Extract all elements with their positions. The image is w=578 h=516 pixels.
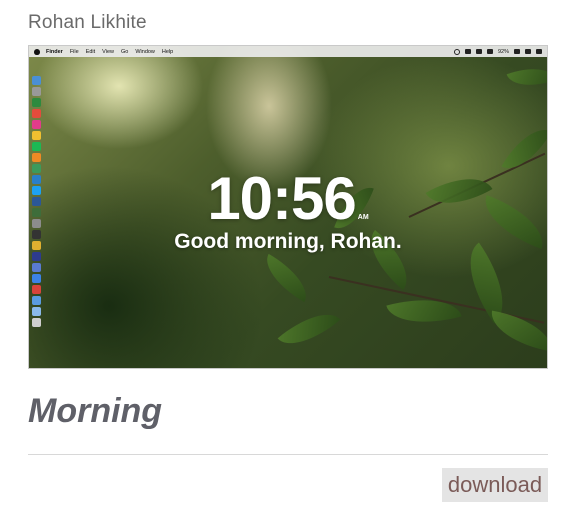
battery-icon: [514, 49, 520, 54]
dock-app-icon: [32, 76, 41, 85]
dock-app-icon: [32, 120, 41, 129]
dropbox-icon: [464, 49, 471, 54]
leaf: [486, 310, 547, 352]
divider: [28, 454, 548, 455]
author-name: Rohan Likhite: [28, 12, 147, 33]
clock-status-icon: [453, 48, 460, 55]
menu-item-file: File: [69, 48, 79, 55]
dock-app-icon: [32, 153, 41, 162]
battery-percent: 92%: [497, 48, 509, 55]
leaf: [277, 299, 341, 359]
menu-item-finder: Finder: [46, 48, 63, 55]
apple-icon: [34, 48, 40, 55]
mac-menubar: Finder File Edit View Go Window Help 92%: [29, 46, 547, 57]
leaf: [256, 253, 317, 303]
menu-item-go: Go: [121, 48, 129, 55]
menu-item-window: Window: [135, 48, 155, 55]
clock-display: 10:56 AM: [29, 164, 547, 233]
dock-app-icon: [32, 263, 41, 272]
menu-item-edit: Edit: [85, 48, 96, 55]
clock-time: 10:56: [207, 165, 356, 232]
dock-app-icon: [32, 274, 41, 283]
clock-ampm: AM: [357, 214, 369, 221]
menubar-status-area: 92%: [453, 48, 542, 55]
notification-center-icon: [536, 49, 542, 54]
dock-app-icon: [32, 109, 41, 118]
dock-folder-icon: [32, 307, 41, 316]
menu-item-help: Help: [161, 48, 174, 55]
menu-item-view: View: [102, 48, 114, 55]
dock-app-icon: [32, 285, 41, 294]
leaf: [386, 287, 462, 335]
spotlight-icon: [525, 49, 531, 54]
leaf: [506, 58, 547, 96]
dock-app-icon: [32, 87, 41, 96]
wallpaper-screenshot: Finder File Edit View Go Window Help 92%: [28, 45, 548, 369]
wifi-icon: [475, 49, 482, 54]
trash-icon: [32, 318, 41, 327]
greeting-text: Good morning, Rohan.: [174, 230, 402, 253]
dock-app-icon: [32, 142, 41, 151]
dock-app-icon: [32, 98, 41, 107]
dock-folder-icon: [32, 296, 41, 305]
download-button[interactable]: download: [442, 468, 548, 502]
page-title: Morning: [28, 392, 163, 430]
leaf: [451, 242, 522, 324]
dock-app-icon: [32, 131, 41, 140]
volume-icon: [486, 49, 493, 54]
